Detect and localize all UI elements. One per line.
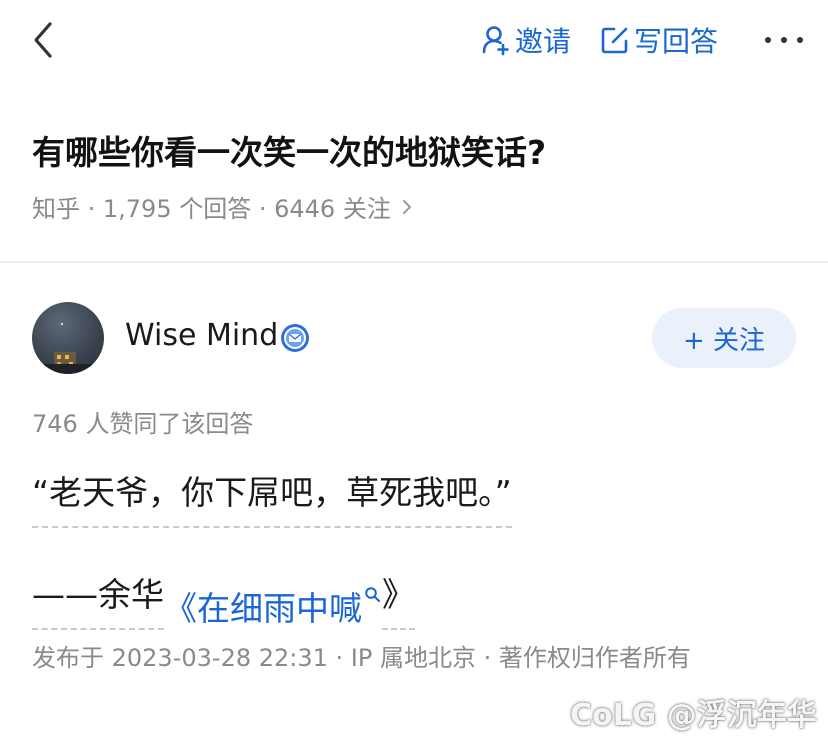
question-meta-text: 知乎 · 1,795 个回答 · 6446 关注 xyxy=(32,195,391,223)
edit-icon xyxy=(601,27,628,54)
follow-button[interactable]: + 关注 xyxy=(652,308,796,368)
more-horizontal-icon xyxy=(765,37,803,43)
watermark: CoLG @浮沉年华 xyxy=(570,698,817,733)
chevron-left-icon xyxy=(34,22,52,58)
book-title-link[interactable]: 《在细雨中喊 xyxy=(164,582,382,630)
answer-attribution: ——余华 《在细雨中喊 》 xyxy=(32,568,415,630)
book-title-text: 《在细雨中喊 xyxy=(164,589,362,628)
publish-info: 发布于 2023-03-28 22:31 · IP 属地北京 · 著作权归作者所… xyxy=(32,644,691,672)
write-answer-label: 写回答 xyxy=(634,25,719,58)
back-button[interactable] xyxy=(26,18,66,62)
question-meta[interactable]: 知乎 · 1,795 个回答 · 6446 关注 xyxy=(32,189,413,224)
chevron-right-icon xyxy=(402,199,411,214)
search-icon xyxy=(365,587,380,602)
attribution-prefix: ——余华 xyxy=(32,568,164,630)
section-divider xyxy=(0,261,828,263)
invite-button[interactable]: 邀请 xyxy=(481,20,571,60)
avatar-image-icon xyxy=(32,322,104,374)
verified-badge-icon xyxy=(279,322,311,354)
avatar[interactable] xyxy=(32,302,104,374)
invite-label: 邀请 xyxy=(515,25,572,58)
top-bar: 邀请 写回答 xyxy=(0,0,828,80)
book-title-end: 》 xyxy=(382,568,415,630)
write-answer-button[interactable]: 写回答 xyxy=(600,20,718,60)
question-title[interactable]: 有哪些你看一次笑一次的地狱笑话? xyxy=(32,126,546,174)
author-name[interactable]: Wise Mind xyxy=(125,318,278,353)
answer-quote: “老天爷，你下屌吧，草死我吧。” xyxy=(32,466,512,528)
person-add-icon xyxy=(482,26,509,56)
vote-count: 746 人赞同了该回答 xyxy=(32,410,254,438)
more-button[interactable] xyxy=(762,22,806,58)
